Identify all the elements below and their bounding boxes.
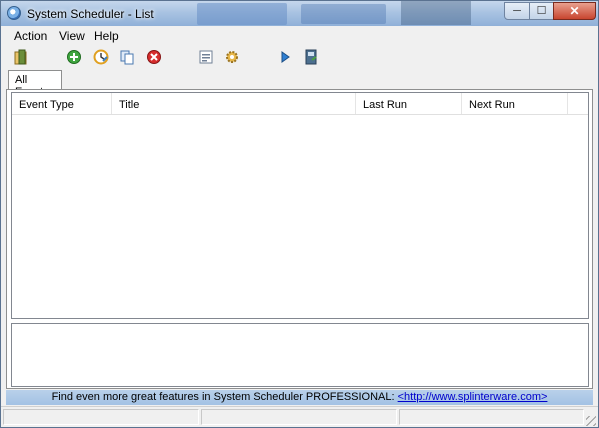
new-event-icon[interactable]: [66, 49, 82, 65]
status-bar: [1, 406, 598, 427]
window-title: System Scheduler - List: [27, 7, 154, 21]
menu-help[interactable]: Help: [94, 29, 119, 43]
close-button[interactable]: ✕: [553, 2, 596, 20]
promo-bar: Find even more great features in System …: [6, 390, 593, 405]
column-header-next-run[interactable]: Next Run: [462, 93, 568, 114]
tab-all-events[interactable]: All Events: [8, 70, 62, 98]
copy-event-icon[interactable]: [119, 49, 135, 65]
promo-text: Find even more great features in System …: [51, 391, 395, 403]
status-pane-2: [201, 409, 397, 425]
events-list[interactable]: Event Type Title Last Run Next Run: [11, 92, 589, 319]
event-details-pane[interactable]: [11, 323, 589, 387]
run-icon[interactable]: [277, 49, 293, 65]
menu-view[interactable]: View: [59, 29, 85, 43]
menu-action[interactable]: Action: [14, 29, 47, 43]
status-pane-1: [3, 409, 199, 425]
delete-event-icon[interactable]: [146, 49, 162, 65]
exit-icon[interactable]: [13, 49, 29, 65]
app-clock-icon: [7, 6, 21, 20]
column-header-event-type[interactable]: Event Type: [12, 93, 112, 114]
properties-icon[interactable]: [198, 49, 214, 65]
log-icon[interactable]: [303, 49, 319, 65]
column-header-last-run[interactable]: Last Run: [356, 93, 462, 114]
title-bar[interactable]: System Scheduler - List ─ ☐ ✕: [1, 1, 598, 26]
edit-event-icon[interactable]: [93, 49, 109, 65]
app-window: System Scheduler - List ─ ☐ ✕ Action Vie…: [0, 0, 599, 428]
promo-link[interactable]: <http://www.splinterware.com>: [398, 391, 548, 403]
minimize-button[interactable]: ─: [504, 2, 530, 20]
settings-gear-icon[interactable]: [224, 49, 240, 65]
menu-bar: Action View Help: [1, 26, 598, 45]
toolbar: [1, 45, 598, 69]
status-pane-3: [399, 409, 584, 425]
column-header-title[interactable]: Title: [112, 93, 356, 114]
maximize-button[interactable]: ☐: [529, 2, 554, 20]
resize-grip[interactable]: [586, 416, 596, 426]
